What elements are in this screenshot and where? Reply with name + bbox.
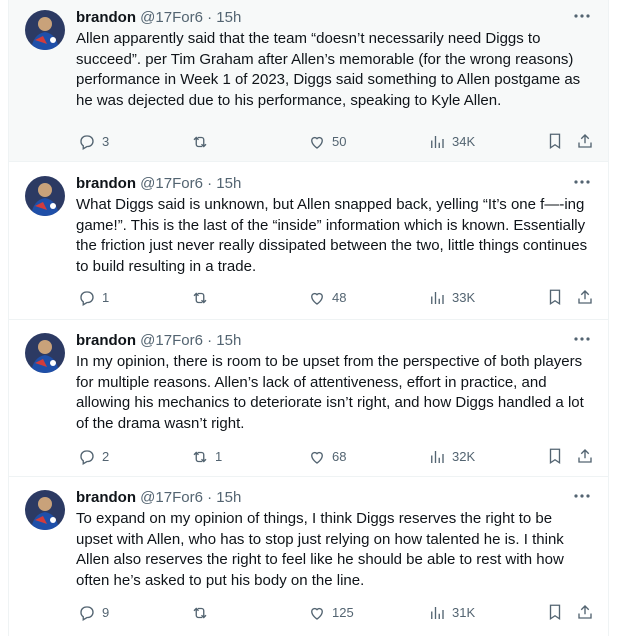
- avatar[interactable]: [25, 176, 65, 216]
- bookmark-icon: [549, 133, 561, 150]
- retweet-icon: [193, 451, 207, 463]
- views-count: 33K: [452, 290, 476, 305]
- views-icon: [431, 136, 444, 148]
- display-name[interactable]: brandon: [76, 9, 136, 26]
- retweet-icon: [193, 292, 207, 304]
- tweet[interactable]: brandon @17For6 · 15h In my opinion, the…: [9, 323, 608, 477]
- views-count: 32K: [452, 449, 476, 464]
- share-button[interactable]: [576, 603, 594, 623]
- like-count: 48: [332, 290, 347, 305]
- retweet-icon: [193, 136, 207, 148]
- display-name[interactable]: brandon: [76, 332, 136, 349]
- handle-and-time[interactable]: @17For6 · 15h: [140, 489, 241, 506]
- handle-and-time[interactable]: @17For6 · 15h: [140, 175, 241, 192]
- tweet[interactable]: brandon @17For6 · 15h Allen apparently s…: [9, 0, 608, 162]
- like-count: 125: [332, 605, 354, 620]
- tweet-actions: 2 1 68 32K: [76, 447, 592, 467]
- like-count: 68: [332, 449, 347, 464]
- share-icon: [578, 290, 592, 304]
- views-button[interactable]: 34K: [428, 132, 475, 152]
- more-options-icon[interactable]: [572, 6, 592, 26]
- avatar[interactable]: [25, 10, 65, 50]
- tweet-header: brandon @17For6 · 15h: [76, 488, 592, 508]
- heart-icon: [311, 292, 323, 305]
- heart-icon: [311, 136, 323, 149]
- reply-button[interactable]: 1: [78, 288, 109, 308]
- reply-count: 2: [102, 449, 110, 464]
- views-button[interactable]: 32K: [428, 447, 475, 467]
- share-icon: [578, 605, 592, 619]
- like-button[interactable]: 50: [308, 132, 346, 152]
- tweet-actions: 3 50 34K: [76, 132, 592, 152]
- like-count: 50: [332, 134, 347, 149]
- bookmark-button[interactable]: [546, 132, 564, 152]
- bookmark-icon: [549, 604, 561, 621]
- views-icon: [431, 292, 444, 304]
- bookmark-button[interactable]: [546, 288, 564, 308]
- reply-icon: [80, 291, 94, 306]
- tweet[interactable]: brandon @17For6 · 15h To expand on my op…: [9, 480, 608, 636]
- views-icon: [431, 607, 444, 619]
- reply-icon: [80, 450, 94, 465]
- handle-and-time[interactable]: @17For6 · 15h: [140, 332, 241, 349]
- share-button[interactable]: [576, 447, 594, 467]
- views-count: 31K: [452, 605, 476, 620]
- display-name[interactable]: brandon: [76, 175, 136, 192]
- reply-icon: [80, 606, 94, 621]
- reply-button[interactable]: 3: [78, 132, 109, 152]
- tweet-header: brandon @17For6 · 15h: [76, 331, 592, 351]
- reply-count: 9: [102, 605, 110, 620]
- tweet-text: In my opinion, there is room to be upset…: [76, 353, 584, 432]
- display-name[interactable]: brandon: [76, 489, 136, 506]
- views-count: 34K: [452, 134, 476, 149]
- bookmark-icon: [549, 289, 561, 306]
- tweet-actions: 1 48 33K: [76, 288, 592, 308]
- handle-and-time[interactable]: @17For6 · 15h: [140, 9, 241, 26]
- heart-icon: [311, 451, 323, 464]
- avatar[interactable]: [25, 333, 65, 373]
- retweet-button[interactable]: [191, 132, 215, 152]
- like-button[interactable]: 68: [308, 447, 346, 467]
- reply-count: 1: [102, 290, 110, 305]
- tweet-header: brandon @17For6 · 15h: [76, 174, 592, 194]
- tweet-text: What Diggs said is unknown, but Allen sn…: [76, 196, 588, 275]
- more-options-icon[interactable]: [572, 172, 592, 192]
- tweet-actions: 9 125 31K: [76, 603, 592, 623]
- tweet[interactable]: brandon @17For6 · 15h What Diggs said is…: [9, 166, 608, 320]
- reply-button[interactable]: 9: [78, 603, 109, 623]
- reply-count: 3: [102, 134, 110, 149]
- retweet-button[interactable]: 1: [191, 447, 222, 467]
- reply-button[interactable]: 2: [78, 447, 109, 467]
- tweet-header: brandon @17For6 · 15h: [76, 8, 592, 28]
- views-button[interactable]: 31K: [428, 603, 475, 623]
- views-icon: [431, 451, 444, 463]
- views-button[interactable]: 33K: [428, 288, 475, 308]
- bookmark-icon: [549, 448, 561, 465]
- like-button[interactable]: 125: [308, 603, 354, 623]
- like-button[interactable]: 48: [308, 288, 346, 308]
- retweet-button[interactable]: [191, 288, 215, 308]
- share-button[interactable]: [576, 132, 594, 152]
- bookmark-button[interactable]: [546, 447, 564, 467]
- share-icon: [578, 449, 592, 463]
- tweet-thread: brandon @17For6 · 15h Allen apparently s…: [8, 0, 609, 636]
- more-options-icon[interactable]: [572, 486, 592, 506]
- tweet-text: Allen apparently said that the team “doe…: [76, 30, 581, 109]
- retweet-icon: [193, 607, 207, 619]
- more-options-icon[interactable]: [572, 329, 592, 349]
- heart-icon: [311, 607, 323, 620]
- reply-icon: [80, 135, 94, 150]
- bookmark-button[interactable]: [546, 603, 564, 623]
- share-icon: [578, 134, 592, 148]
- retweet-count: 1: [215, 449, 223, 464]
- retweet-button[interactable]: [191, 603, 215, 623]
- share-button[interactable]: [576, 288, 594, 308]
- avatar[interactable]: [25, 490, 65, 530]
- tweet-text: To expand on my opinion of things, I thi…: [76, 510, 564, 589]
